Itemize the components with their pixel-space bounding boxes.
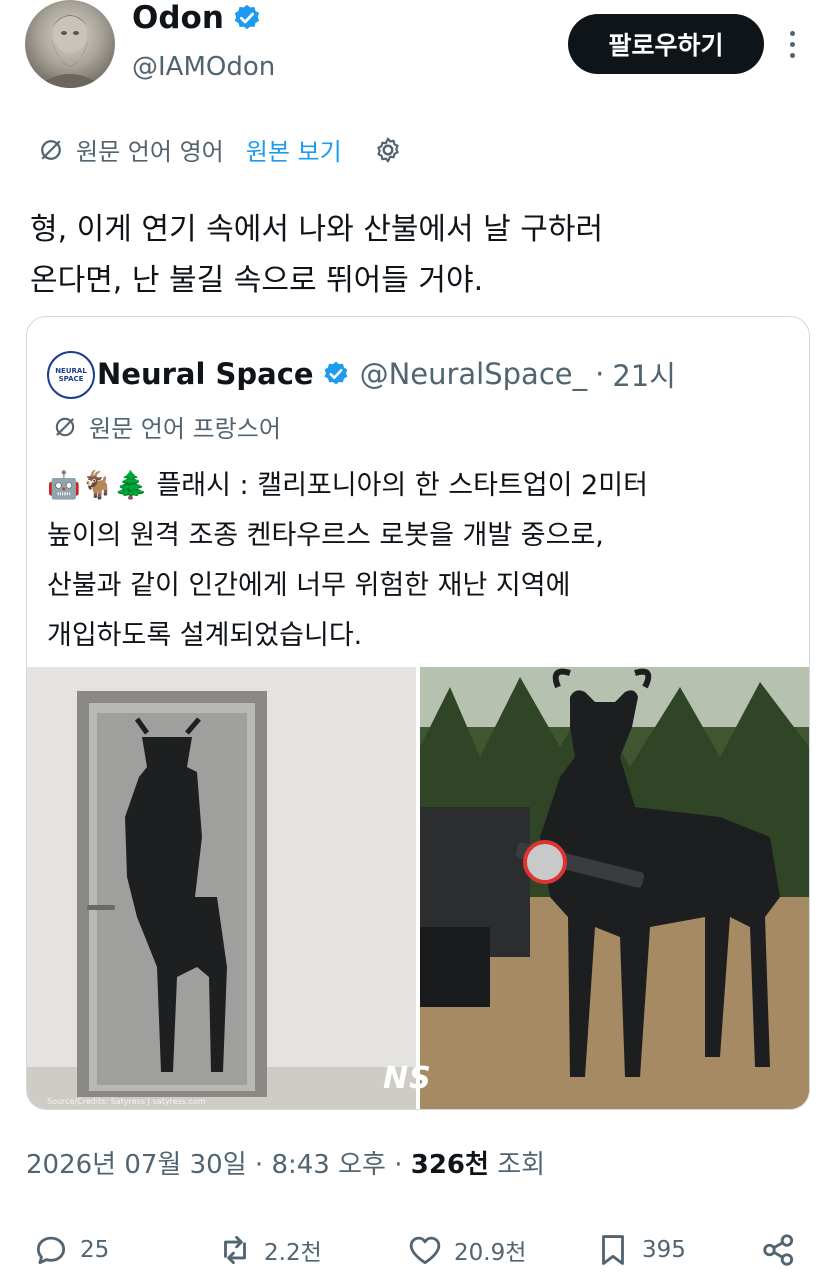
gear-icon[interactable] xyxy=(372,134,404,166)
author-handle[interactable]: @IAMOdon xyxy=(132,52,275,82)
quoted-tweet-card[interactable]: NEURAL SPACE Neural Space @NeuralSpace_ … xyxy=(26,316,810,1110)
bearded-statue-avatar-icon xyxy=(35,15,105,88)
quoted-translation-row: 원문 언어 프랑스어 xyxy=(51,409,281,444)
translate-icon xyxy=(55,417,75,436)
bookmark-icon xyxy=(602,1235,624,1265)
reply-icon xyxy=(36,1236,66,1265)
quoted-translation-label: 원문 언어 프랑스어 xyxy=(89,415,281,443)
ns-watermark: NS xyxy=(383,1061,432,1096)
media-image-left[interactable] xyxy=(27,667,416,1109)
quoted-author-handle[interactable]: @NeuralSpace_ xyxy=(360,357,588,391)
tweet-text: 형, 이게 연기 속에서 나와 산불에서 날 구하러 온다면, 난 불길 속으로… xyxy=(30,212,604,298)
repost-count: 2.2천 xyxy=(264,1240,322,1266)
heart-icon xyxy=(409,1236,441,1265)
source-credit: Source/Credits: Satyress | satyress.com xyxy=(47,1097,206,1106)
author-name-row[interactable]: Odon xyxy=(132,0,262,36)
robot-forest-image xyxy=(420,667,809,1109)
tweet-meta: 2026년 07월 30일 · 8:43 오후 · 326천 조회 xyxy=(26,1144,545,1181)
translate-icon xyxy=(41,139,61,160)
share-icon xyxy=(763,1234,794,1266)
views-count: 326천 xyxy=(410,1150,489,1180)
quoted-header: Neural Space @NeuralSpace_ · 21시 xyxy=(97,353,676,395)
more-options-icon[interactable] xyxy=(778,22,806,66)
quoted-author-name[interactable]: Neural Space xyxy=(97,357,314,391)
post-date[interactable]: 2026년 07월 30일 xyxy=(26,1150,247,1180)
like-count: 20.9천 xyxy=(454,1240,527,1266)
separator-dot: · xyxy=(254,1150,264,1180)
emoji-robot-goat-tree: 🤖🐐🌲 xyxy=(47,470,148,501)
verified-badge-icon xyxy=(234,4,260,30)
reply-count: 25 xyxy=(80,1237,110,1263)
share-button[interactable] xyxy=(760,1218,798,1282)
separator-dot: · xyxy=(394,1150,403,1180)
views-label: 조회 xyxy=(497,1150,546,1180)
like-button[interactable]: 20.9천 xyxy=(406,1218,526,1282)
robot-door-image xyxy=(27,667,416,1109)
reply-button[interactable]: 25 xyxy=(32,1218,109,1282)
follow-button[interactable]: 팔로우하기 xyxy=(568,14,764,74)
translation-label: 원문 언어 영어 xyxy=(76,138,224,166)
author-name[interactable]: Odon xyxy=(132,0,224,36)
repost-icon xyxy=(224,1235,246,1265)
bookmark-count: 395 xyxy=(642,1237,686,1263)
show-original-link[interactable]: 원본 보기 xyxy=(246,132,342,167)
repost-button[interactable]: 2.2천 xyxy=(216,1218,322,1282)
separator-dot: · xyxy=(595,357,605,391)
post-time[interactable]: 8:43 오후 xyxy=(271,1150,386,1180)
translation-row: 원문 언어 영어 원본 보기 xyxy=(36,132,404,167)
quoted-avatar[interactable]: NEURAL SPACE xyxy=(47,351,95,399)
bookmark-button[interactable]: 395 xyxy=(594,1218,686,1282)
quoted-avatar-text: NEURAL SPACE xyxy=(55,367,87,383)
verified-badge-icon xyxy=(324,361,347,385)
avatar[interactable] xyxy=(25,0,115,88)
media-image-right[interactable] xyxy=(420,667,809,1109)
quoted-time[interactable]: 21시 xyxy=(612,353,676,395)
quoted-text: 🤖🐐🌲 플래시 : 캘리포니아의 한 스타트업이 2미터 높이의 원격 조종 켄… xyxy=(47,461,797,661)
